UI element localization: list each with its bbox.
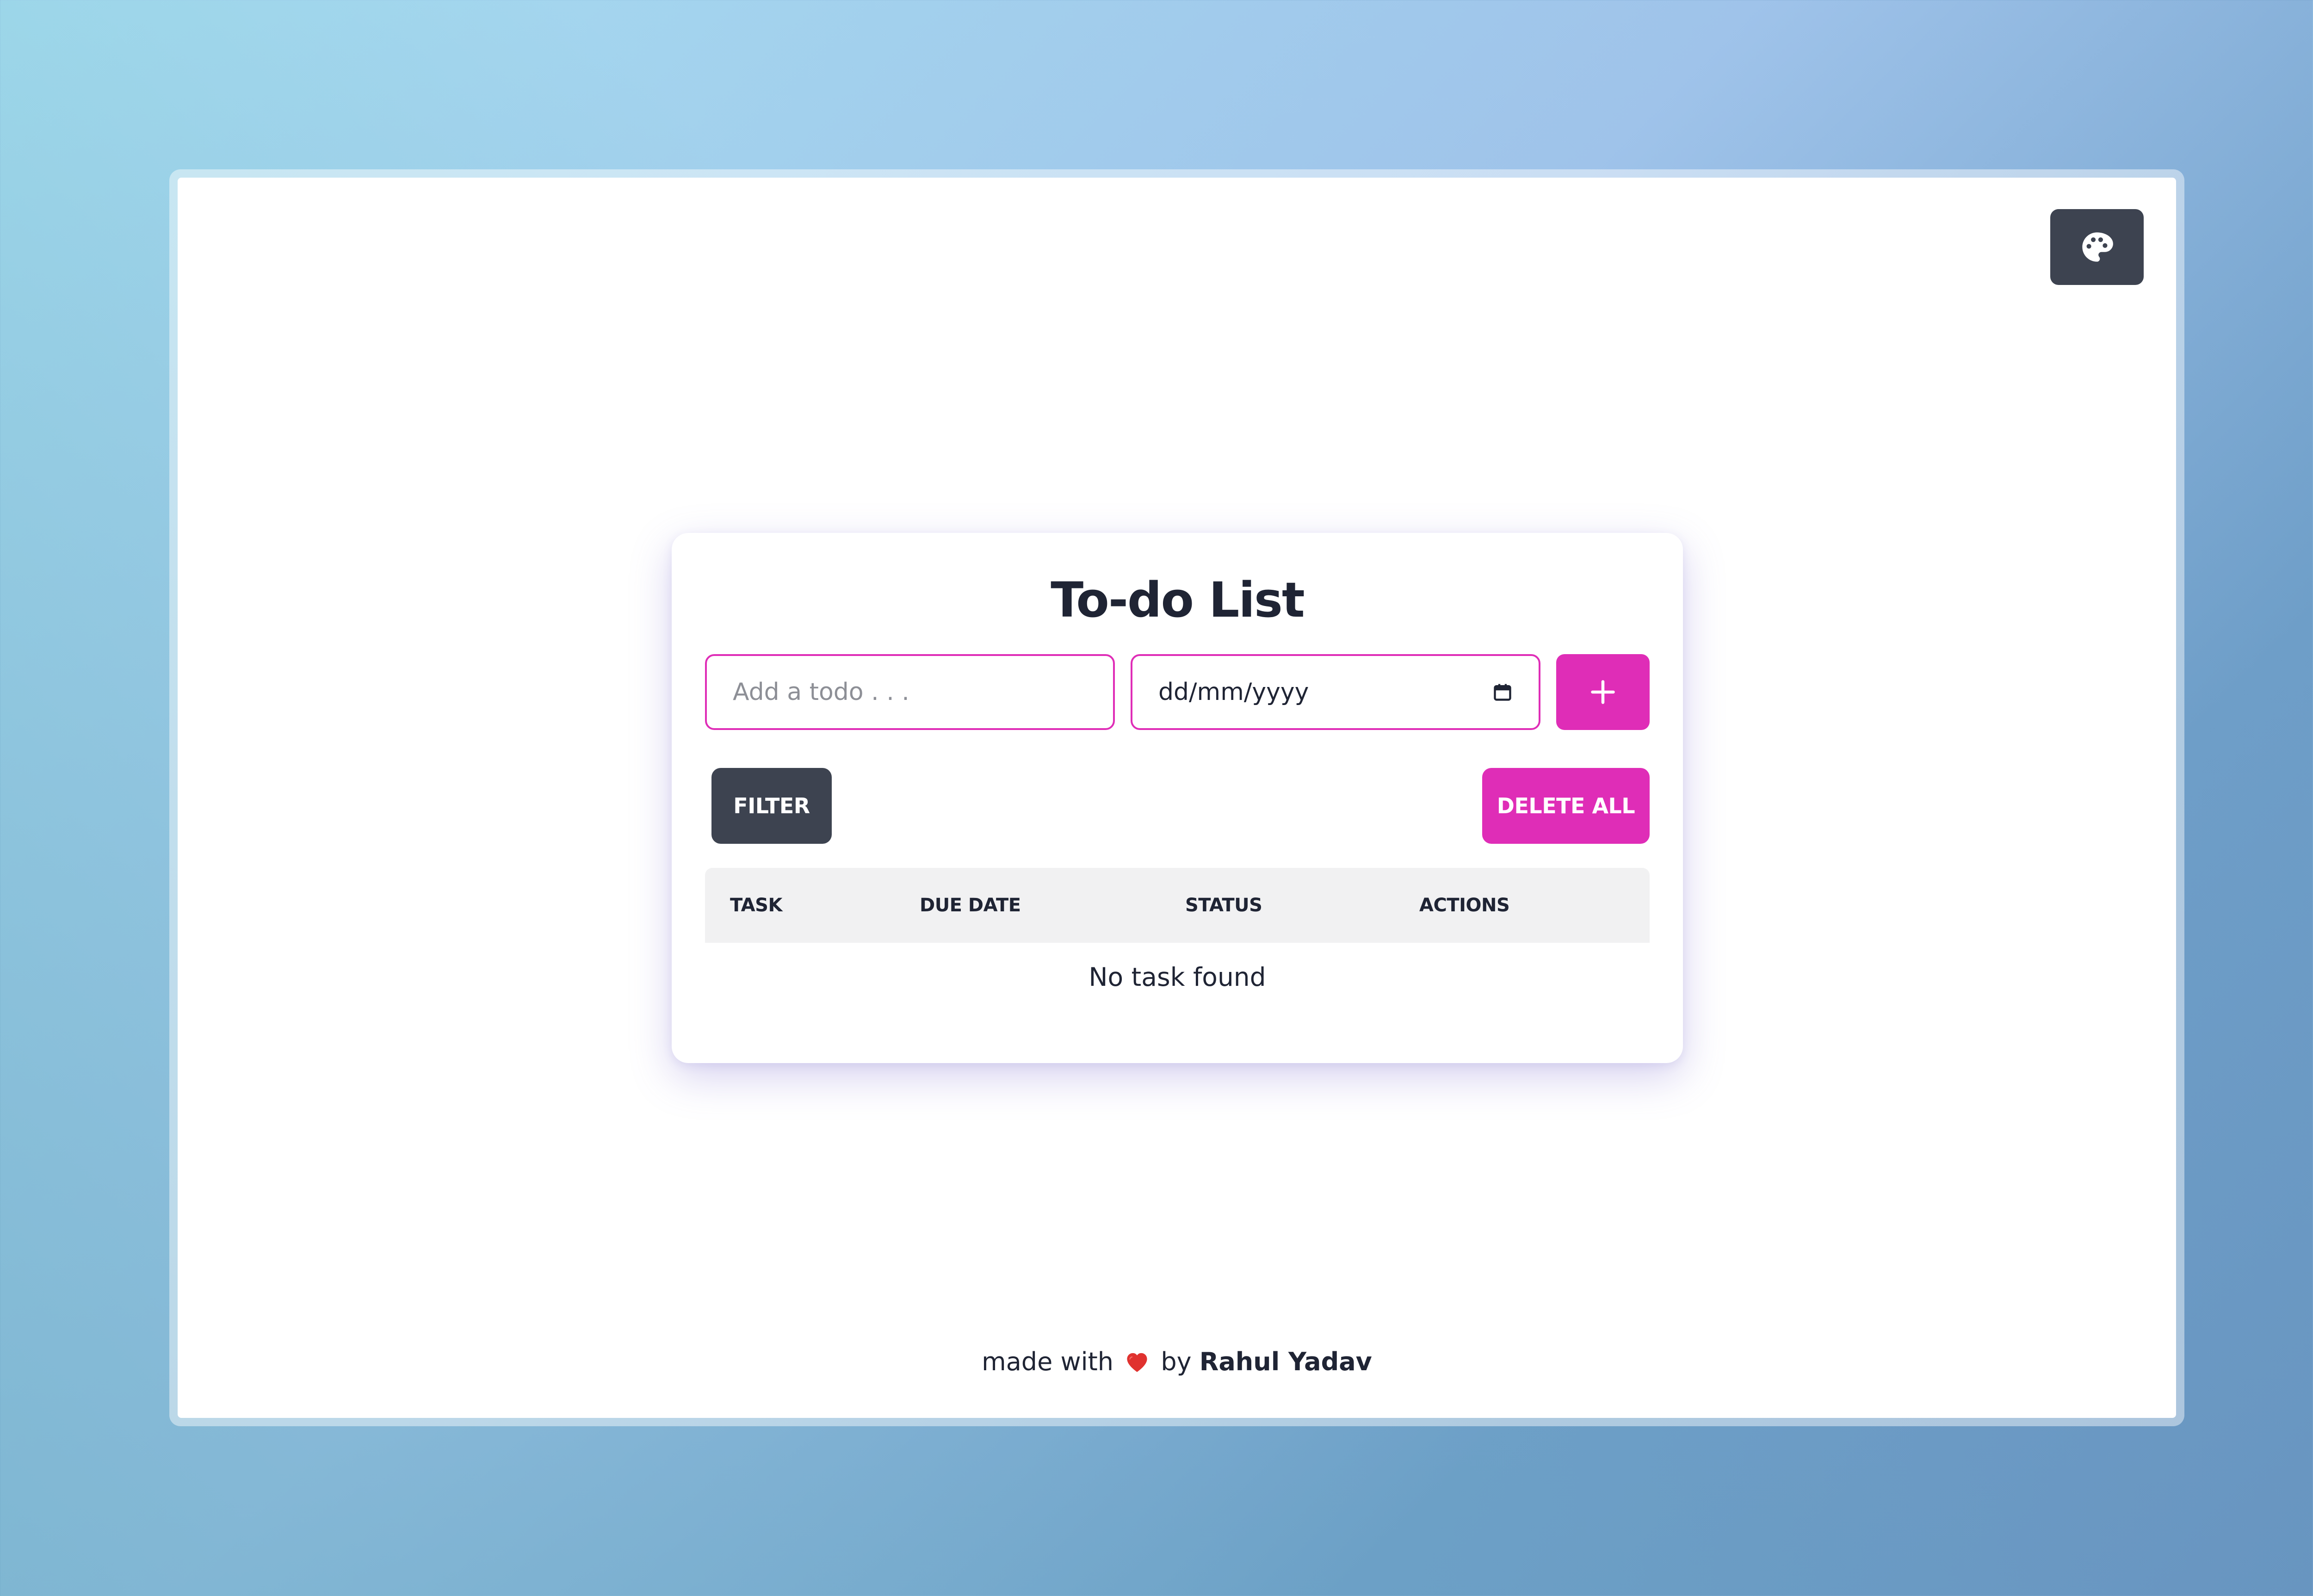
empty-state-message: No task found	[1088, 962, 1266, 992]
date-input-placeholder: dd/mm/yyyy	[1158, 678, 1309, 706]
palette-icon	[2082, 232, 2113, 262]
footer-credit: made with by Rahul Yadav	[178, 1343, 2176, 1380]
calendar-icon[interactable]	[1492, 682, 1513, 702]
todo-card: To-do List Add a todo . . . dd/mm/yyyy F…	[672, 533, 1683, 1063]
filter-button[interactable]: FILTER	[711, 768, 832, 844]
author-name: Rahul Yadav	[1199, 1347, 1372, 1376]
delete-all-button[interactable]: DELETE ALL	[1482, 768, 1650, 844]
column-header-actions: ACTIONS	[1419, 895, 1510, 916]
column-header-task: TASK	[730, 895, 782, 916]
todo-input-placeholder: Add a todo . . .	[733, 678, 909, 706]
due-date-input[interactable]: dd/mm/yyyy	[1131, 654, 1540, 730]
column-header-status: STATUS	[1185, 895, 1262, 916]
plus-icon	[1591, 680, 1615, 704]
table-header-row: TASK DUE DATE STATUS ACTIONS	[705, 868, 1650, 943]
todo-text-input[interactable]: Add a todo . . .	[705, 654, 1115, 730]
add-todo-button[interactable]	[1556, 654, 1650, 730]
app-viewport: To-do List Add a todo . . . dd/mm/yyyy F…	[178, 178, 2176, 1418]
page-title: To-do List	[1051, 572, 1305, 628]
footer-prefix: made with	[982, 1347, 1114, 1376]
column-header-due-date: DUE DATE	[920, 895, 1021, 916]
theme-toggle-button[interactable]	[2050, 209, 2144, 285]
footer-by: by	[1161, 1347, 1192, 1376]
heart-icon	[1127, 1353, 1147, 1372]
browser-window-frame: To-do List Add a todo . . . dd/mm/yyyy F…	[169, 169, 2184, 1426]
